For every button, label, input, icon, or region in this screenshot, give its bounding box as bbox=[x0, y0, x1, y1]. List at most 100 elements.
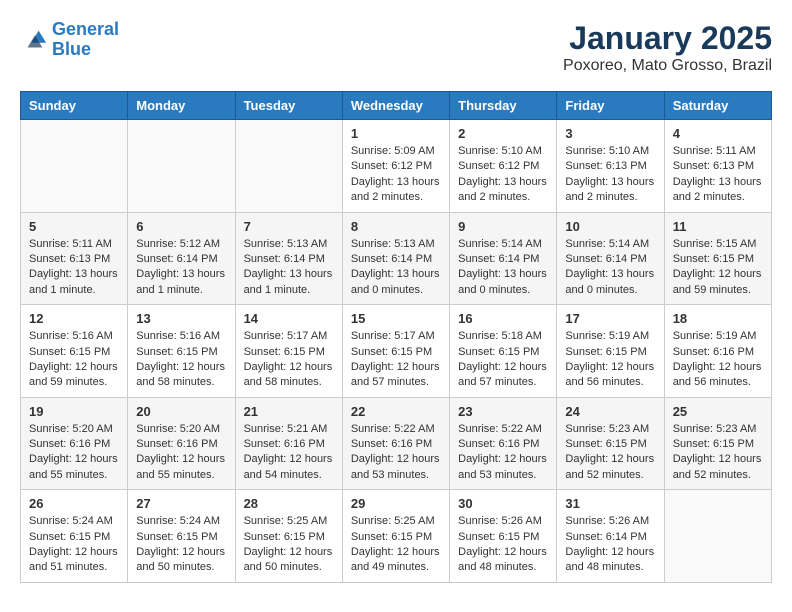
cell-info: Sunrise: 5:19 AM Sunset: 6:16 PM Dayligh… bbox=[673, 329, 763, 391]
day-number: 25 bbox=[673, 404, 763, 419]
day-number: 28 bbox=[244, 496, 334, 511]
day-number: 29 bbox=[351, 496, 441, 511]
calendar-cell: 11 Sunrise: 5:15 AM Sunset: 6:15 PM Dayli… bbox=[664, 212, 771, 305]
calendar-cell: 21 Sunrise: 5:21 AM Sunset: 6:16 PM Dayli… bbox=[235, 397, 342, 490]
cell-info: Sunrise: 5:11 AM Sunset: 6:13 PM Dayligh… bbox=[673, 144, 763, 206]
cell-info: Sunrise: 5:24 AM Sunset: 6:15 PM Dayligh… bbox=[29, 514, 119, 576]
calendar-cell: 3 Sunrise: 5:10 AM Sunset: 6:13 PM Daylig… bbox=[557, 120, 664, 213]
calendar-cell: 5Sunrise: 5:11 AM Sunset: 6:13 PM Daylig… bbox=[21, 212, 128, 305]
calendar-cell: 4 Sunrise: 5:11 AM Sunset: 6:13 PM Daylig… bbox=[664, 120, 771, 213]
calendar-week-4: 19 Sunrise: 5:20 AM Sunset: 6:16 PM Dayli… bbox=[21, 397, 772, 490]
calendar-cell: 12 Sunrise: 5:16 AM Sunset: 6:15 PM Dayli… bbox=[21, 305, 128, 398]
title-block: January 2025 Poxoreo, Mato Grosso, Brazi… bbox=[563, 20, 772, 75]
day-number: 6 bbox=[136, 219, 226, 234]
calendar-cell: 27Sunrise: 5:24 AM Sunset: 6:15 PM Dayli… bbox=[128, 490, 235, 583]
col-thursday: Thursday bbox=[450, 92, 557, 120]
day-number: 31 bbox=[565, 496, 655, 511]
day-number: 10 bbox=[565, 219, 655, 234]
calendar-week-2: 5Sunrise: 5:11 AM Sunset: 6:13 PM Daylig… bbox=[21, 212, 772, 305]
cell-info: Sunrise: 5:17 AM Sunset: 6:15 PM Dayligh… bbox=[351, 329, 441, 391]
calendar-week-1: 1Sunrise: 5:09 AM Sunset: 6:12 PM Daylig… bbox=[21, 120, 772, 213]
calendar-cell bbox=[235, 120, 342, 213]
cell-info: Sunrise: 5:13 AM Sunset: 6:14 PM Dayligh… bbox=[244, 237, 334, 299]
col-tuesday: Tuesday bbox=[235, 92, 342, 120]
cell-info: Sunrise: 5:22 AM Sunset: 6:16 PM Dayligh… bbox=[351, 422, 441, 484]
calendar-cell: 29 Sunrise: 5:25 AM Sunset: 6:15 PM Dayli… bbox=[342, 490, 449, 583]
day-number: 8 bbox=[351, 219, 441, 234]
day-number: 22 bbox=[351, 404, 441, 419]
header-row: Sunday Monday Tuesday Wednesday Thursday… bbox=[21, 92, 772, 120]
day-number: 7 bbox=[244, 219, 334, 234]
day-number: 15 bbox=[351, 311, 441, 326]
calendar-cell: 7 Sunrise: 5:13 AM Sunset: 6:14 PM Daylig… bbox=[235, 212, 342, 305]
cell-info: Sunrise: 5:26 AM Sunset: 6:14 PM Dayligh… bbox=[565, 514, 655, 576]
cell-info: Sunrise: 5:25 AM Sunset: 6:15 PM Dayligh… bbox=[351, 514, 441, 576]
cell-info: Sunrise: 5:23 AM Sunset: 6:15 PM Dayligh… bbox=[673, 422, 763, 484]
calendar-cell bbox=[128, 120, 235, 213]
calendar-cell: 25 Sunrise: 5:23 AM Sunset: 6:15 PM Dayli… bbox=[664, 397, 771, 490]
logo-text: General Blue bbox=[52, 20, 119, 60]
calendar-cell: 13Sunrise: 5:16 AM Sunset: 6:15 PM Dayli… bbox=[128, 305, 235, 398]
day-number: 20 bbox=[136, 404, 226, 419]
calendar-cell bbox=[664, 490, 771, 583]
calendar-cell: 6 Sunrise: 5:12 AM Sunset: 6:14 PM Daylig… bbox=[128, 212, 235, 305]
day-number: 3 bbox=[565, 126, 655, 141]
day-number: 11 bbox=[673, 219, 763, 234]
cell-info: Sunrise: 5:20 AM Sunset: 6:16 PM Dayligh… bbox=[136, 422, 226, 484]
col-sunday: Sunday bbox=[21, 92, 128, 120]
day-number: 17 bbox=[565, 311, 655, 326]
calendar-cell: 17Sunrise: 5:19 AM Sunset: 6:15 PM Dayli… bbox=[557, 305, 664, 398]
calendar-cell: 15 Sunrise: 5:17 AM Sunset: 6:15 PM Dayli… bbox=[342, 305, 449, 398]
calendar-cell: 31 Sunrise: 5:26 AM Sunset: 6:14 PM Dayli… bbox=[557, 490, 664, 583]
col-wednesday: Wednesday bbox=[342, 92, 449, 120]
day-number: 19 bbox=[29, 404, 119, 419]
col-friday: Friday bbox=[557, 92, 664, 120]
col-saturday: Saturday bbox=[664, 92, 771, 120]
day-number: 4 bbox=[673, 126, 763, 141]
cell-info: Sunrise: 5:16 AM Sunset: 6:15 PM Dayligh… bbox=[136, 329, 226, 391]
calendar-cell: 16Sunrise: 5:18 AM Sunset: 6:15 PM Dayli… bbox=[450, 305, 557, 398]
day-number: 14 bbox=[244, 311, 334, 326]
calendar-body: 1Sunrise: 5:09 AM Sunset: 6:12 PM Daylig… bbox=[21, 120, 772, 583]
cell-info: Sunrise: 5:11 AM Sunset: 6:13 PM Dayligh… bbox=[29, 237, 119, 299]
cell-info: Sunrise: 5:17 AM Sunset: 6:15 PM Dayligh… bbox=[244, 329, 334, 391]
cell-info: Sunrise: 5:14 AM Sunset: 6:14 PM Dayligh… bbox=[565, 237, 655, 299]
day-number: 2 bbox=[458, 126, 548, 141]
calendar-cell: 26 Sunrise: 5:24 AM Sunset: 6:15 PM Dayli… bbox=[21, 490, 128, 583]
day-number: 1 bbox=[351, 126, 441, 141]
calendar-cell: 20 Sunrise: 5:20 AM Sunset: 6:16 PM Dayli… bbox=[128, 397, 235, 490]
day-number: 24 bbox=[565, 404, 655, 419]
day-number: 21 bbox=[244, 404, 334, 419]
page-header: General Blue January 2025 Poxoreo, Mato … bbox=[20, 20, 772, 75]
calendar-cell: 22 Sunrise: 5:22 AM Sunset: 6:16 PM Dayli… bbox=[342, 397, 449, 490]
cell-info: Sunrise: 5:10 AM Sunset: 6:12 PM Dayligh… bbox=[458, 144, 548, 206]
calendar-subtitle: Poxoreo, Mato Grosso, Brazil bbox=[563, 57, 772, 75]
calendar-cell bbox=[21, 120, 128, 213]
calendar-cell: 30Sunrise: 5:26 AM Sunset: 6:15 PM Dayli… bbox=[450, 490, 557, 583]
cell-info: Sunrise: 5:16 AM Sunset: 6:15 PM Dayligh… bbox=[29, 329, 119, 391]
cell-info: Sunrise: 5:10 AM Sunset: 6:13 PM Dayligh… bbox=[565, 144, 655, 206]
day-number: 12 bbox=[29, 311, 119, 326]
cell-info: Sunrise: 5:12 AM Sunset: 6:14 PM Dayligh… bbox=[136, 237, 226, 299]
calendar-cell: 9 Sunrise: 5:14 AM Sunset: 6:14 PM Daylig… bbox=[450, 212, 557, 305]
cell-info: Sunrise: 5:15 AM Sunset: 6:15 PM Dayligh… bbox=[673, 237, 763, 299]
cell-info: Sunrise: 5:23 AM Sunset: 6:15 PM Dayligh… bbox=[565, 422, 655, 484]
calendar-cell: 1Sunrise: 5:09 AM Sunset: 6:12 PM Daylig… bbox=[342, 120, 449, 213]
day-number: 27 bbox=[136, 496, 226, 511]
calendar-title: January 2025 bbox=[563, 20, 772, 57]
day-number: 9 bbox=[458, 219, 548, 234]
day-number: 16 bbox=[458, 311, 548, 326]
cell-info: Sunrise: 5:21 AM Sunset: 6:16 PM Dayligh… bbox=[244, 422, 334, 484]
day-number: 26 bbox=[29, 496, 119, 511]
cell-info: Sunrise: 5:14 AM Sunset: 6:14 PM Dayligh… bbox=[458, 237, 548, 299]
calendar-cell: 24 Sunrise: 5:23 AM Sunset: 6:15 PM Dayli… bbox=[557, 397, 664, 490]
cell-info: Sunrise: 5:22 AM Sunset: 6:16 PM Dayligh… bbox=[458, 422, 548, 484]
calendar-cell: 14 Sunrise: 5:17 AM Sunset: 6:15 PM Dayli… bbox=[235, 305, 342, 398]
cell-info: Sunrise: 5:13 AM Sunset: 6:14 PM Dayligh… bbox=[351, 237, 441, 299]
calendar-cell: 8 Sunrise: 5:13 AM Sunset: 6:14 PM Daylig… bbox=[342, 212, 449, 305]
calendar-cell: 19Sunrise: 5:20 AM Sunset: 6:16 PM Dayli… bbox=[21, 397, 128, 490]
day-number: 23 bbox=[458, 404, 548, 419]
cell-info: Sunrise: 5:25 AM Sunset: 6:15 PM Dayligh… bbox=[244, 514, 334, 576]
logo: General Blue bbox=[20, 20, 119, 60]
calendar-cell: 2 Sunrise: 5:10 AM Sunset: 6:12 PM Daylig… bbox=[450, 120, 557, 213]
